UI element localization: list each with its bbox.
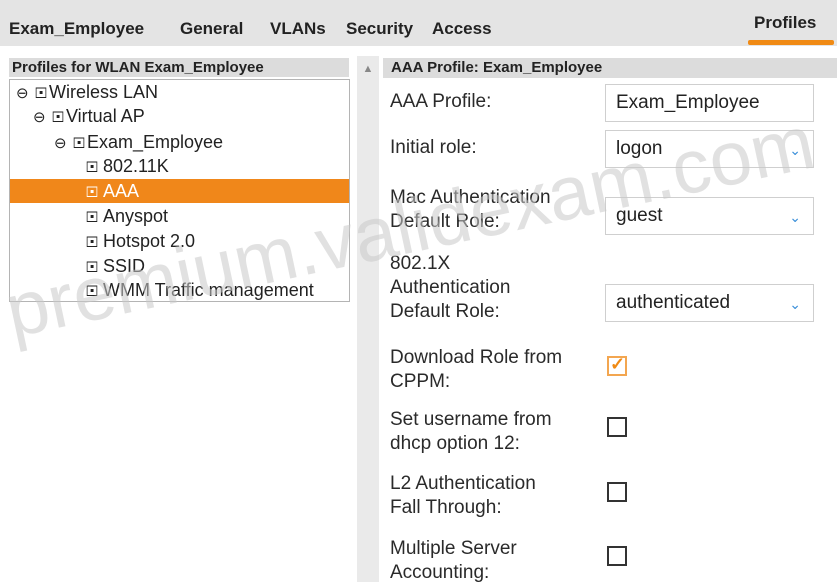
tab-general[interactable]: General	[180, 19, 243, 39]
chevron-down-icon: ⌄	[789, 209, 801, 225]
aaa-profile-label: AAA Profile:	[390, 91, 492, 112]
profile-node-icon: 🞔	[86, 184, 99, 201]
aaa-profile-panel-title: AAA Profile: Exam_Employee	[383, 58, 837, 78]
tree-node-virtual-ap[interactable]: ⊖ 🞔 Virtual AP	[33, 104, 145, 128]
profile-node-icon: 🞔	[52, 109, 65, 126]
tree-node-exam-employee[interactable]: ⊖ 🞔 Exam_Employee	[54, 130, 223, 154]
tab-profiles[interactable]: Profiles	[754, 13, 816, 33]
l2-fall-through-checkbox[interactable]	[607, 482, 627, 502]
profile-node-icon: 🞔	[73, 135, 86, 152]
download-role-label: Download Role from CPPM:	[390, 347, 563, 392]
tab-exam-employee[interactable]: Exam_Employee	[9, 19, 144, 39]
active-tab-indicator	[748, 40, 834, 45]
mac-auth-role-select[interactable]: guest ⌄	[605, 197, 814, 235]
initial-role-select[interactable]: logon ⌄	[605, 130, 814, 168]
profile-node-icon: 🞔	[86, 234, 99, 251]
profile-node-icon: 🞔	[86, 209, 99, 226]
tab-access[interactable]: Access	[432, 19, 492, 39]
dot1x-role-select[interactable]: authenticated ⌄	[605, 284, 814, 322]
download-role-checkbox[interactable]	[607, 354, 627, 376]
tree-node-wireless-lan[interactable]: ⊖ 🞔 Wireless LAN	[16, 80, 158, 104]
initial-role-label: Initial role:	[390, 137, 477, 158]
tree-node-wmm[interactable]: 🞔 WMM Traffic management	[86, 278, 314, 302]
chevron-down-icon: ⌄	[789, 296, 801, 312]
tree-collapse-icon[interactable]: ⊖	[54, 132, 73, 156]
vertical-scrollbar[interactable]	[357, 56, 379, 582]
top-tab-bar: Exam_Employee General VLANs Security Acc…	[0, 0, 837, 46]
profile-node-icon: 🞔	[35, 85, 48, 102]
tree-node-anyspot[interactable]: 🞔 Anyspot	[86, 204, 168, 228]
scroll-up-arrow-icon[interactable]: ▲	[357, 58, 379, 80]
profile-tree: ⊖ 🞔 Wireless LAN ⊖ 🞔 Virtual AP ⊖ 🞔 Exam_Emplo…	[9, 79, 350, 302]
tree-node-hotspot[interactable]: 🞔 Hotspot 2.0	[86, 229, 195, 253]
l2-fall-through-label: L2 Authentication Fall Through:	[390, 473, 536, 518]
profile-node-icon: 🞔	[86, 259, 99, 276]
mac-auth-role-label: Mac Authentication Default Role:	[390, 187, 551, 232]
set-username-checkbox[interactable]	[607, 417, 627, 437]
chevron-down-icon: ⌄	[789, 142, 801, 158]
profiles-panel-title: Profiles for WLAN Exam_Employee	[9, 58, 349, 77]
tree-collapse-icon[interactable]: ⊖	[16, 82, 35, 106]
profile-node-icon: 🞔	[86, 283, 99, 300]
multiple-server-checkbox[interactable]	[607, 546, 627, 566]
tree-node-aaa[interactable]: 🞔 AAA	[10, 179, 349, 203]
multiple-server-label: Multiple Server Accounting:	[390, 538, 517, 583]
profile-node-icon: 🞔	[86, 159, 99, 176]
tab-security[interactable]: Security	[346, 19, 413, 39]
tree-collapse-icon[interactable]: ⊖	[33, 106, 52, 130]
tree-node-80211k[interactable]: 🞔 802.11K	[86, 154, 169, 178]
set-username-label: Set username from dhcp option 12:	[390, 409, 552, 454]
aaa-profile-field[interactable]: Exam_Employee	[605, 84, 814, 122]
tree-node-ssid[interactable]: 🞔 SSID	[86, 254, 145, 278]
dot1x-role-label: 802.1X Authentication Default Role:	[390, 253, 511, 322]
tab-vlans[interactable]: VLANs	[270, 19, 326, 39]
